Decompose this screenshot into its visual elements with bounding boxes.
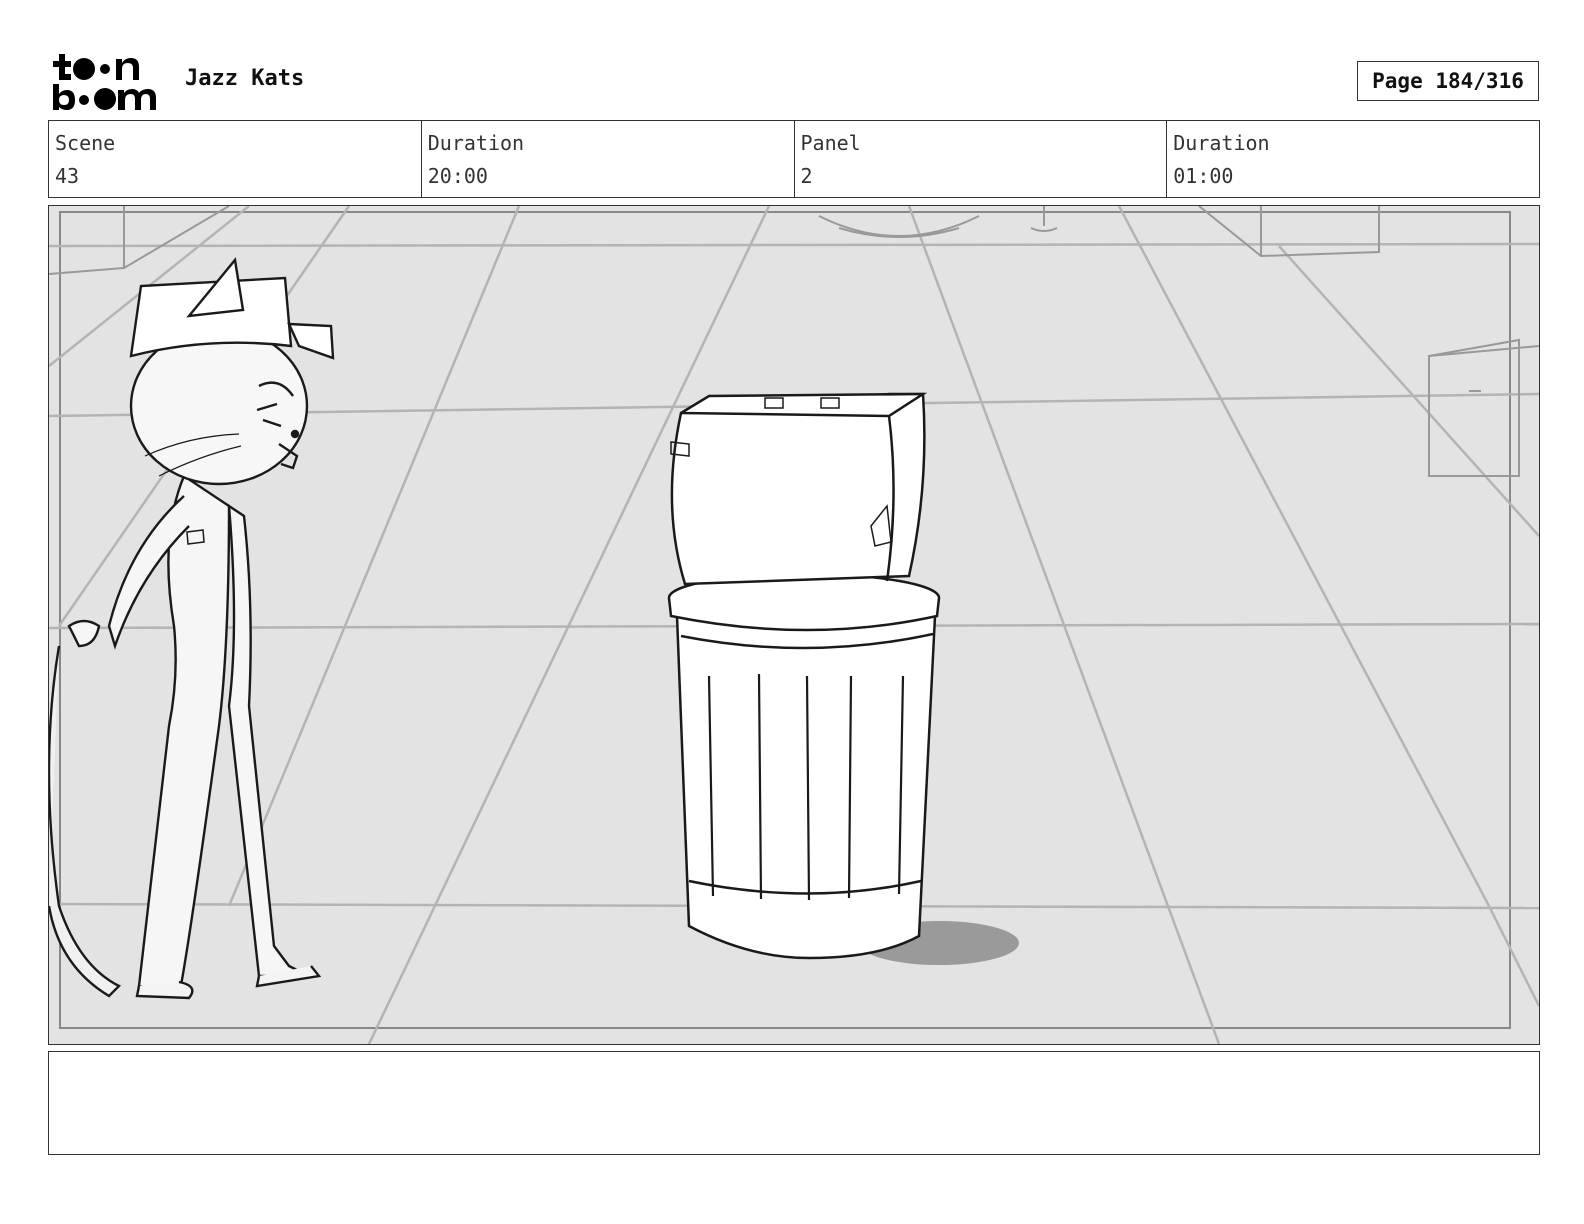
panel-label: Panel	[800, 131, 861, 155]
scene-label: Scene	[55, 131, 116, 155]
panel-duration-cell: Duration 01:00	[1167, 121, 1539, 197]
project-title: Jazz Kats	[185, 66, 305, 91]
panel-duration-label: Duration	[1173, 131, 1270, 155]
panel-cell: Panel 2	[795, 121, 1168, 197]
scene-value: 43	[55, 164, 80, 188]
page-indicator: Page 184/316	[1357, 61, 1539, 101]
scene-info-table: Scene 43 Duration 20:00 Panel 2 Duration…	[48, 120, 1540, 198]
scene-duration-value: 20:00	[427, 164, 488, 188]
panel-illustration	[49, 206, 1539, 1044]
scene-duration-cell: Duration 20:00	[422, 121, 795, 197]
panel-notes-box	[48, 1051, 1540, 1155]
toon-boom-logo	[50, 52, 166, 112]
trash-can-icon	[667, 572, 941, 960]
scene-duration-label: Duration	[427, 131, 525, 155]
storyboard-panel	[48, 205, 1540, 1045]
cardboard-box-icon	[670, 392, 928, 586]
panel-value: 2	[800, 164, 813, 188]
panel-duration-value: 01:00	[1173, 164, 1234, 188]
scene-cell: Scene 43	[49, 121, 422, 197]
